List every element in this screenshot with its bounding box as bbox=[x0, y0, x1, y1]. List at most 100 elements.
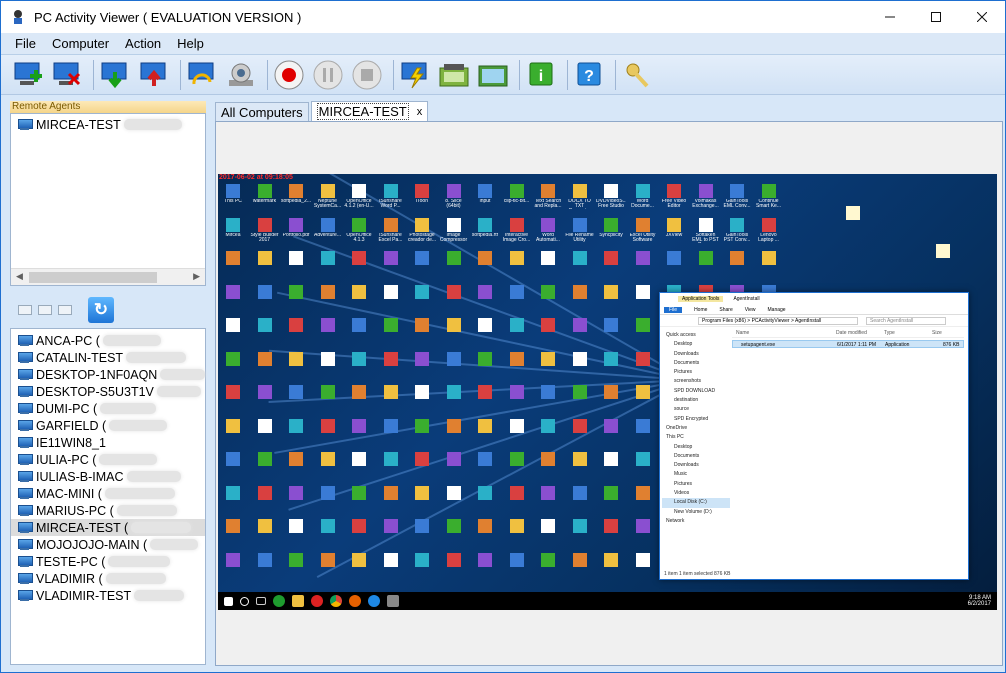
computer-item[interactable]: GARFIELD ( bbox=[11, 417, 205, 434]
tab-mircea-test[interactable]: MIRCEA-TEST x bbox=[310, 101, 429, 121]
ribbon-tab: Manage bbox=[767, 306, 786, 313]
desktop-icon-glyph bbox=[289, 217, 303, 232]
close-button[interactable] bbox=[959, 1, 1005, 33]
desktop-icon bbox=[502, 383, 532, 411]
computer-item-selected[interactable]: MIRCEA-TEST ( bbox=[11, 519, 205, 536]
desktop-icon-glyph bbox=[572, 318, 587, 332]
agent-item[interactable]: MIRCEA-TEST bbox=[11, 116, 205, 133]
desktop-icon bbox=[218, 450, 248, 478]
computer-name: IE11WIN8_1 bbox=[36, 435, 106, 450]
explorer-nav-item: Local Disk (C:) bbox=[662, 498, 730, 508]
desktop-icon-glyph bbox=[352, 217, 366, 232]
desktop-icon bbox=[502, 316, 532, 344]
upload-agent-button[interactable] bbox=[137, 58, 171, 92]
computer-item[interactable]: CATALIN-TEST bbox=[11, 349, 205, 366]
desktop-icon-label: Image Compressor bbox=[439, 232, 468, 243]
computer-item[interactable]: TESTE-PC ( bbox=[11, 553, 205, 570]
desktop-icon-glyph bbox=[509, 519, 524, 533]
screen-capture-button[interactable] bbox=[437, 58, 471, 92]
close-tab-icon[interactable]: x bbox=[417, 106, 423, 118]
computer-name: MOJOJOJO-MAIN ( bbox=[36, 537, 148, 552]
desktop-icon: Neptune SystemCa... bbox=[313, 182, 343, 210]
computer-item[interactable]: DESKTOP-S5U3T1V bbox=[11, 383, 205, 400]
computer-icon bbox=[17, 351, 33, 364]
desktop-icon-label: Style Builder 2017 bbox=[250, 232, 279, 243]
desktop-icon-glyph bbox=[383, 251, 398, 265]
small-icons-view-icon[interactable] bbox=[38, 305, 52, 315]
desktop-icon bbox=[218, 551, 248, 579]
list-view-icon[interactable] bbox=[58, 305, 72, 315]
minimize-button[interactable] bbox=[867, 1, 913, 33]
register-keys-button[interactable] bbox=[620, 58, 654, 92]
desktop-icon-glyph bbox=[478, 284, 492, 299]
desktop-icon-glyph bbox=[415, 519, 429, 533]
pause-button[interactable] bbox=[311, 58, 345, 92]
computer-item[interactable]: DUMI-PC ( bbox=[11, 400, 205, 417]
menu-help[interactable]: Help bbox=[169, 36, 212, 51]
desktop-icon-glyph bbox=[226, 318, 240, 332]
tab-label: All Computers bbox=[221, 104, 303, 120]
scroll-right-icon[interactable]: ▶ bbox=[193, 271, 200, 282]
computer-icon bbox=[17, 572, 33, 585]
computer-item[interactable]: MAC-MINI ( bbox=[11, 485, 205, 502]
remove-computer-button[interactable] bbox=[50, 58, 84, 92]
computer-item[interactable]: MOJOJOJO-MAIN ( bbox=[11, 536, 205, 553]
scroll-left-icon[interactable]: ◀ bbox=[16, 271, 23, 282]
desktop-icon: Portfolio.pdf bbox=[281, 216, 311, 244]
info-button[interactable]: i bbox=[524, 58, 558, 92]
desktop-icon-glyph bbox=[761, 184, 776, 198]
desktop-icon-glyph bbox=[478, 251, 492, 265]
agents-horizontal-scrollbar[interactable]: ◀ ▶ bbox=[11, 268, 205, 285]
computer-item[interactable]: IULIA-PC ( bbox=[11, 451, 205, 468]
screenshots-button[interactable] bbox=[476, 58, 510, 92]
menu-computer[interactable]: Computer bbox=[44, 36, 117, 51]
desktop-icon-glyph bbox=[635, 452, 650, 466]
desktop-icon-glyph bbox=[936, 244, 950, 258]
desktop-icon bbox=[250, 249, 280, 277]
add-computer-button[interactable] bbox=[11, 58, 45, 92]
desktop-icon: input bbox=[470, 182, 500, 210]
desktop-icon bbox=[565, 450, 595, 478]
scrollbar-thumb[interactable] bbox=[29, 272, 157, 283]
desktop-icon bbox=[502, 450, 532, 478]
desktop-icon: Free Video Editor bbox=[659, 182, 689, 210]
webcam-button[interactable] bbox=[224, 58, 258, 92]
record-button[interactable] bbox=[272, 58, 306, 92]
desktop-icon bbox=[344, 249, 374, 277]
computer-item[interactable]: MARIUS-PC ( bbox=[11, 502, 205, 519]
tab-strip: All Computers MIRCEA-TEST x bbox=[215, 101, 430, 121]
computer-item[interactable]: IE11WIN8_1 bbox=[11, 434, 205, 451]
desktop-icon bbox=[250, 417, 280, 445]
desktop-icon-glyph bbox=[289, 452, 303, 466]
help-button[interactable]: ? bbox=[572, 58, 606, 92]
computer-item[interactable]: VLADIMIR ( bbox=[11, 570, 205, 587]
screenshot-viewer[interactable]: 2017-06-02 at 09:18:05 This PC watermark s… bbox=[215, 121, 1003, 666]
menu-file[interactable]: File bbox=[1, 36, 44, 51]
menu-action[interactable]: Action bbox=[117, 36, 169, 51]
connect-button[interactable] bbox=[398, 58, 432, 92]
maximize-button[interactable] bbox=[913, 1, 959, 33]
desktop-icon bbox=[250, 517, 280, 545]
sync-button[interactable] bbox=[185, 58, 219, 92]
desktop-icon bbox=[313, 283, 343, 311]
stop-button[interactable] bbox=[350, 58, 384, 92]
desktop-icon-label: Voimakas Exchange... bbox=[692, 199, 719, 209]
desktop-icon-glyph bbox=[604, 351, 618, 366]
computer-item[interactable]: ANCA-PC ( bbox=[11, 332, 205, 349]
desktop-icon bbox=[218, 283, 248, 311]
desktop-icon-glyph bbox=[509, 452, 524, 466]
large-icons-view-icon[interactable] bbox=[18, 305, 32, 315]
desktop-icon-glyph bbox=[509, 251, 524, 265]
desktop-icon bbox=[565, 417, 595, 445]
desktop-icon-glyph bbox=[446, 519, 461, 533]
download-agent-button[interactable] bbox=[98, 58, 132, 92]
desktop-icon bbox=[439, 450, 469, 478]
tab-all-computers[interactable]: All Computers bbox=[215, 102, 309, 121]
computer-item[interactable]: DESKTOP-1NF0AQN bbox=[11, 366, 205, 383]
svg-text:?: ? bbox=[584, 68, 594, 85]
desktop-icon-label: watermark bbox=[252, 199, 277, 204]
refresh-button[interactable]: ↻ bbox=[88, 297, 114, 323]
computer-item[interactable]: IULIAS-B-IMAC bbox=[11, 468, 205, 485]
computer-item[interactable]: VLADIMIR-TEST bbox=[11, 587, 205, 604]
remote-desktop-screenshot: 2017-06-02 at 09:18:05 This PC watermark s… bbox=[218, 174, 997, 610]
